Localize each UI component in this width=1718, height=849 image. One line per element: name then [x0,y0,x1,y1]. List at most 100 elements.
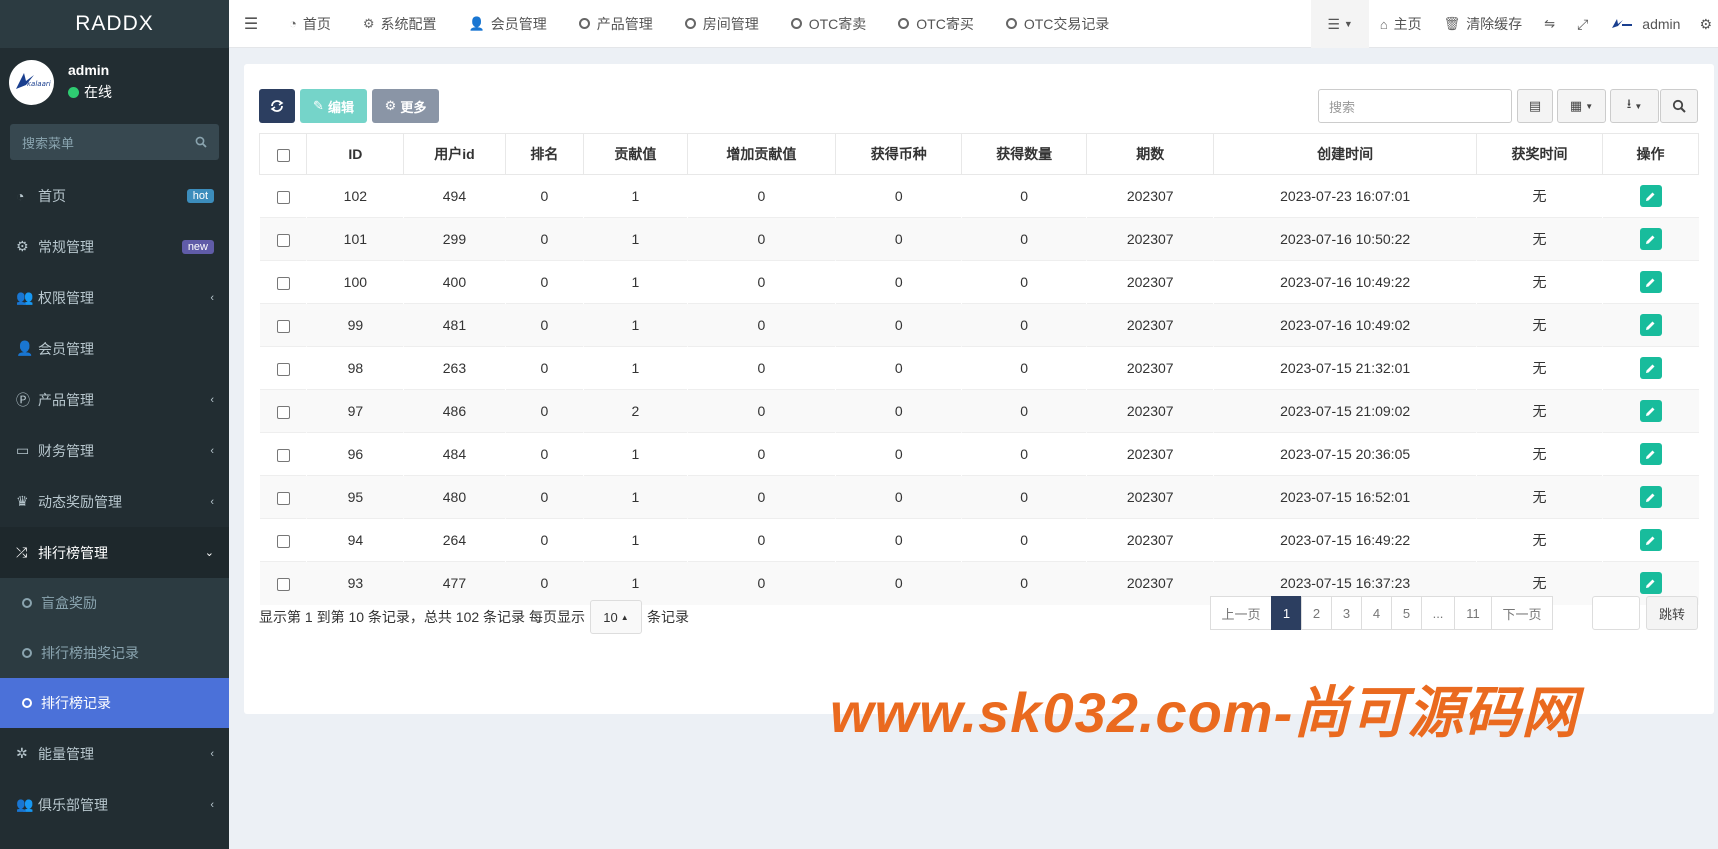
tab-members[interactable]: 👤 会员管理 [453,0,563,48]
trash-icon: 🗑 [1443,16,1461,31]
fullscreen-icon[interactable]: ⤢ [1566,0,1599,48]
col-awarded-at[interactable]: 获奖时间 [1476,133,1604,175]
sidebar-item-energy[interactable]: ✲ 能量管理 ‹ [0,728,229,779]
hot-badge: hot [186,188,214,203]
cell-user-id: 263 [403,346,506,390]
jump-button[interactable]: 跳转 [1646,596,1698,630]
sidebar-subitem-blindbox[interactable]: 盲盒奖励 [0,578,229,628]
sidebar-item-rewards[interactable]: ♛ 动态奖励管理 ‹ [0,476,229,527]
cell-period: 202307 [1086,518,1214,562]
row-checkbox[interactable] [259,389,307,433]
row-checkbox[interactable] [259,475,307,519]
page-3-button[interactable]: 3 [1331,596,1362,630]
caret-down-icon: ▼ [1634,101,1643,111]
sidebar-subitem-leaderboard-records[interactable]: 排行榜记录 [0,678,229,728]
col-amount[interactable]: 获得数量 [961,133,1088,175]
pencil-icon [1646,278,1655,287]
page-5-button[interactable]: 5 [1391,596,1422,630]
table-body: 102 494 0 1 0 0 0 202307 2023-07-23 16:07:01 无 101… [259,174,1699,605]
col-contribution[interactable]: 贡献值 [583,133,688,175]
row-edit-button[interactable] [1639,572,1662,595]
sidebar-item-general[interactable]: ⚙ 常规管理 new [0,221,229,272]
sidebar-item-permissions[interactable]: 👥 权限管理 ‹ [0,272,229,323]
row-checkbox[interactable] [259,432,307,476]
columns-button[interactable]: ▦ ▼ [1557,89,1606,123]
page-4-button[interactable]: 4 [1361,596,1392,630]
app-logo[interactable]: RADDX [0,0,229,48]
cell-rank: 0 [505,432,584,476]
clear-cache-button[interactable]: 🗑 清除缓存 [1433,0,1534,48]
table-search-input[interactable]: 搜索 [1318,89,1512,123]
cell-user-id: 481 [403,303,506,347]
advanced-search-button[interactable] [1660,89,1698,123]
row-checkbox[interactable] [259,217,307,261]
tab-rooms[interactable]: 房间管理 [669,0,775,48]
pencil-icon [1646,536,1655,545]
row-edit-button[interactable] [1639,185,1662,207]
cell-actions [1602,389,1699,433]
jump-page-input[interactable] [1592,596,1640,630]
table-row: 95 480 0 1 0 0 0 202307 2023-07-15 16:52:01 无 [259,475,1699,519]
row-edit-button[interactable] [1639,400,1662,422]
col-created-at[interactable]: 创建时间 [1213,133,1478,175]
col-actions: 操作 [1602,133,1699,175]
cell-period: 202307 [1086,346,1214,390]
col-period[interactable]: 期数 [1086,133,1215,175]
menu-search-input[interactable]: 搜索菜单 [10,124,219,160]
edit-button[interactable]: ✎ 编辑 [300,89,367,123]
sidebar-item-products[interactable]: Ⓟ 产品管理 ‹ [0,374,229,425]
home-link[interactable]: ⌂ 主页 [1369,0,1433,48]
sidebar-item-finance[interactable]: ▭ 财务管理 ‹ [0,425,229,476]
tab-otc-buy[interactable]: OTC寄买 [882,0,990,48]
tab-home[interactable]: ◔ 首页 [273,0,347,48]
col-rank[interactable]: 排名 [504,133,585,175]
pencil-icon [1646,407,1655,416]
row-edit-button[interactable] [1639,443,1662,465]
tab-otc-records[interactable]: OTC交易记录 [990,0,1126,48]
select-all-checkbox[interactable] [258,133,308,175]
row-edit-button[interactable] [1639,314,1662,336]
row-edit-button[interactable] [1639,271,1662,293]
language-icon[interactable]: ⇋ [1533,0,1566,48]
row-checkbox[interactable] [259,260,307,304]
sidebar-toggle-icon[interactable]: ☰ [229,14,273,34]
col-added-contribution[interactable]: 增加贡献值 [686,133,837,175]
row-edit-button[interactable] [1639,529,1662,551]
more-button[interactable]: ⚙ 更多 [372,89,439,123]
row-checkbox[interactable] [259,303,307,347]
cell-actions [1602,260,1699,304]
sidebar-subitem-lottery-records[interactable]: 排行榜抽奖记录 [0,628,229,678]
toggle-view-button[interactable]: ▤ [1517,89,1553,123]
row-edit-button[interactable] [1639,486,1662,508]
refresh-button[interactable] [259,89,295,123]
col-id[interactable]: ID [306,133,405,175]
col-coin[interactable]: 获得币种 [835,133,963,175]
col-user-id[interactable]: 用户id [403,133,506,175]
row-edit-button[interactable] [1639,228,1662,250]
prev-page-button[interactable]: 上一页 [1210,596,1272,630]
sidebar-item-club[interactable]: 👥 俱乐部管理 ‹ [0,779,229,830]
circle-icon [22,648,32,658]
row-checkbox[interactable] [259,346,307,390]
page-11-button[interactable]: 11 [1454,596,1492,630]
sidebar-item-leaderboard[interactable]: ⤮ 排行榜管理 ⌄ [0,527,229,578]
sidebar: RADDX kalaari admin 在线 搜索菜单 ◔ 首页 hot ⚙ 常… [0,0,229,849]
next-page-button[interactable]: 下一页 [1491,596,1553,630]
tab-otc-sell[interactable]: OTC寄卖 [775,0,883,48]
admin-menu[interactable]: admin [1599,0,1691,48]
row-checkbox[interactable] [259,518,307,562]
tabs-dropdown-button[interactable]: ☰ ▼ [1311,0,1369,48]
tab-system-config[interactable]: ⚙ 系统配置 [347,0,453,48]
row-checkbox[interactable] [259,174,307,218]
row-edit-button[interactable] [1639,357,1662,379]
row-checkbox[interactable] [259,561,307,605]
export-button[interactable]: ⭳ ▼ [1610,89,1659,123]
settings-gear-icon[interactable]: ⚙ [1691,0,1718,48]
tab-products[interactable]: 产品管理 [563,0,669,48]
sidebar-item-home[interactable]: ◔ 首页 hot [0,170,229,221]
page-2-button[interactable]: 2 [1301,596,1332,630]
page-1-button[interactable]: 1 [1271,596,1302,630]
sidebar-item-members[interactable]: 👤 会员管理 [0,323,229,374]
page-size-select[interactable]: 10 ▲ [589,600,642,634]
cell-actions [1602,475,1699,519]
